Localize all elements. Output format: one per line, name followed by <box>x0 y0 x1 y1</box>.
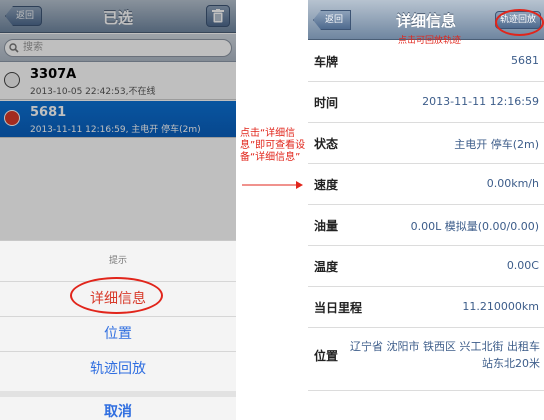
detail-row-plate: 车牌 5681 <box>308 41 544 82</box>
detail-label: 时间 <box>314 96 339 110</box>
screenshot-canvas: 返回 已选 搜索 3307A 2013-10-05 22:42:53,不在线 5… <box>0 0 544 420</box>
detail-value: 11.210000km <box>462 300 539 313</box>
detail-label: 当日里程 <box>314 301 363 315</box>
detail-label: 状态 <box>314 137 339 151</box>
detail-row-status: 状态 主电开 停车(2m) <box>308 123 544 164</box>
selected-vehicles-screen: 返回 已选 搜索 3307A 2013-10-05 22:42:53,不在线 5… <box>0 0 236 420</box>
cancel-button[interactable]: 取消 <box>0 391 236 420</box>
vehicle-details-screen: 返回 详细信息 轨迹回放 点击可回放轨迹 车牌 5681 时间 2013-11-… <box>308 0 544 420</box>
detail-label: 速度 <box>314 178 339 192</box>
action-sheet: 提示 详细信息 位置 轨迹回放 取消 <box>0 240 236 420</box>
highlight-ellipse-playback <box>495 9 544 36</box>
detail-value: 主电开 停车(2m) <box>454 138 539 151</box>
detail-row-temperature: 温度 0.00C <box>308 246 544 287</box>
highlight-ellipse-details <box>70 277 163 314</box>
detail-value: 0.00L 模拟量(0.00/0.00) <box>410 220 539 233</box>
annotation-text: 点击“详细信息”即可查看设备“详细信息” <box>240 128 306 163</box>
action-sheet-title: 提示 <box>108 256 127 266</box>
detail-row-time: 时间 2013-11-11 12:16:59 <box>308 82 544 123</box>
detail-value: 2013-11-11 12:16:59 <box>422 95 539 108</box>
location-button[interactable]: 位置 <box>0 316 236 350</box>
detail-label: 车牌 <box>314 55 339 69</box>
track-playback-button[interactable]: 轨迹回放 <box>0 351 236 385</box>
detail-row-location: 位置 辽宁省 沈阳市 铁西区 兴工北街 出租车站东北20米 <box>308 328 544 391</box>
detail-row-speed: 速度 0.00km/h <box>308 164 544 205</box>
detail-value: 0.00C <box>506 259 539 272</box>
detail-row-mileage: 当日里程 11.210000km <box>308 287 544 328</box>
arrow-right-icon <box>242 181 303 189</box>
detail-label: 温度 <box>314 260 339 274</box>
detail-value: 5681 <box>511 54 539 67</box>
detail-value: 0.00km/h <box>486 177 539 190</box>
detail-label: 油量 <box>314 219 339 233</box>
detail-label: 位置 <box>314 349 339 363</box>
detail-value: 辽宁省 沈阳市 铁西区 兴工北街 出租车站东北20米 <box>350 340 540 370</box>
detail-row-fuel: 油量 0.00L 模拟量(0.00/0.00) <box>308 205 544 246</box>
